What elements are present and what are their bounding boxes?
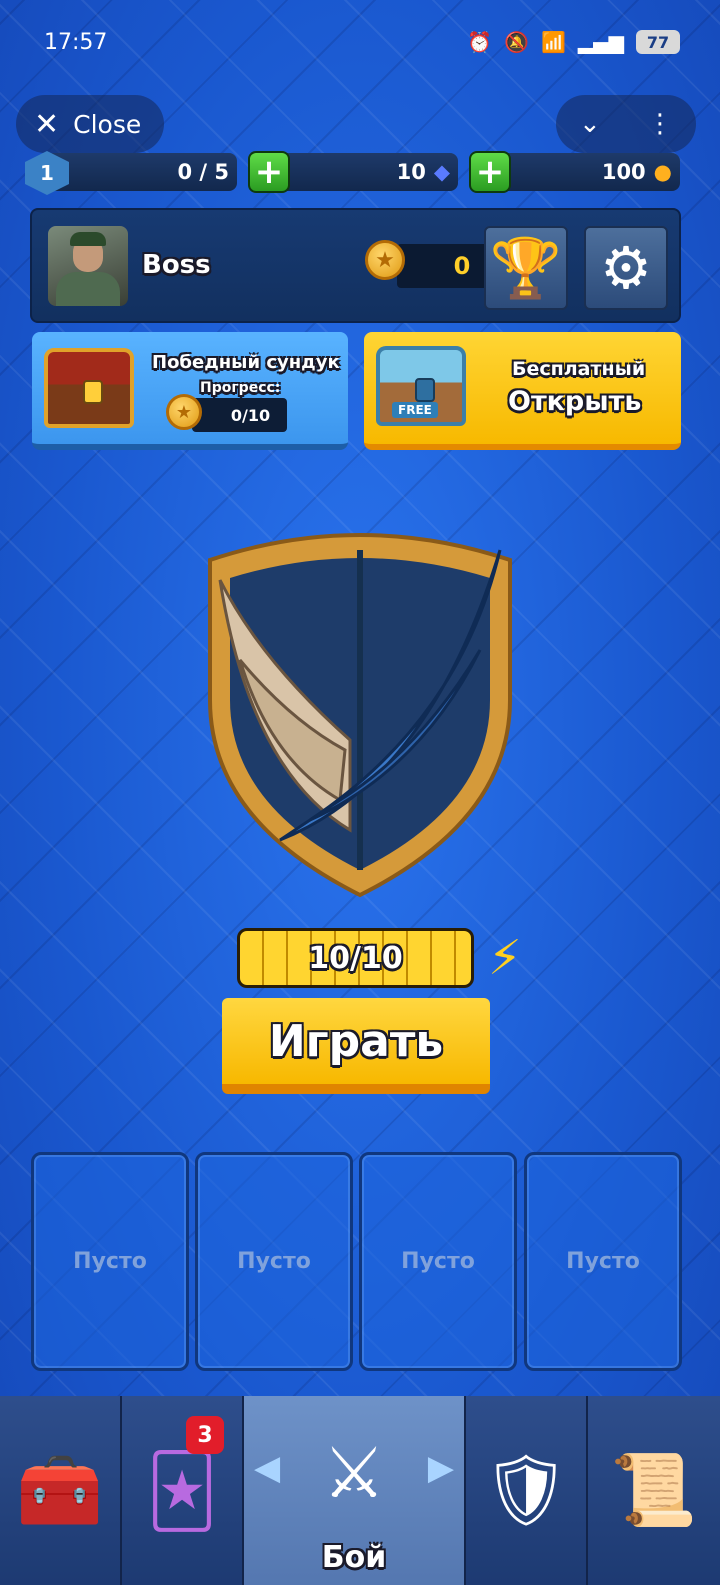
add-gems-button[interactable]: + bbox=[248, 151, 290, 193]
nav-battle[interactable]: ◀ ⚔ ▶ Бой bbox=[244, 1396, 466, 1585]
open-chest-button[interactable]: Открыть bbox=[508, 386, 641, 417]
plus-icon: + bbox=[254, 152, 284, 192]
energy-bar: 10/10 bbox=[237, 928, 474, 988]
deck-slot[interactable]: Пусто bbox=[195, 1152, 353, 1371]
avatar[interactable] bbox=[48, 226, 128, 306]
close-button[interactable]: ✕ Close bbox=[16, 95, 164, 153]
nav-battle-label: Бой bbox=[321, 1540, 387, 1575]
deck-slot[interactable]: Пусто bbox=[524, 1152, 682, 1371]
wifi-icon: 📶 bbox=[540, 30, 566, 54]
deck-slot[interactable]: Пусто bbox=[359, 1152, 517, 1371]
alarm-icon: ⏰ bbox=[467, 30, 493, 54]
status-time: 17:57 bbox=[44, 30, 108, 55]
victory-chest-progress-label: Прогресс: bbox=[200, 380, 281, 396]
treasure-chest-icon: 🧰 bbox=[16, 1449, 104, 1531]
bottom-nav: 🧰 🃏 3 ◀ ⚔ ▶ Бой 🛡 📜 bbox=[0, 1396, 720, 1585]
clan-shield-icon: 🛡 bbox=[481, 1449, 571, 1531]
shield-wings-icon bbox=[208, 533, 512, 898]
nav-shop[interactable]: 🧰 bbox=[0, 1396, 122, 1585]
arrow-right-icon: ▶ bbox=[427, 1448, 454, 1488]
leaderboard-button[interactable]: 🏆 bbox=[484, 226, 568, 310]
window-menu: ⌄ ⋮ bbox=[556, 95, 696, 153]
settings-button[interactable]: ⚙ bbox=[584, 226, 668, 310]
gems-value: 10 bbox=[396, 160, 426, 184]
victory-chest-icon bbox=[44, 348, 134, 428]
status-icons: ⏰ 🔕 📶 ▂▄▆ 77 bbox=[467, 30, 680, 54]
play-button[interactable]: Играть bbox=[222, 998, 490, 1094]
plus-icon: + bbox=[475, 152, 505, 192]
trophy-count: 0 bbox=[397, 244, 497, 288]
coin-icon: ● bbox=[653, 160, 672, 184]
signal-icon: ▂▄▆ bbox=[577, 30, 624, 54]
medal-icon: ★ bbox=[365, 240, 405, 280]
victory-chest-card[interactable]: Победный сундук Прогресс: 0/10 ★ bbox=[32, 332, 348, 450]
victory-chest-progress: 0/10 bbox=[192, 398, 287, 432]
scroll-icon: 📜 bbox=[610, 1449, 698, 1531]
notification-badge: 3 bbox=[186, 1416, 224, 1454]
gear-icon: ⚙ bbox=[600, 234, 652, 302]
nav-cards[interactable]: 🃏 3 bbox=[122, 1396, 244, 1585]
more-vert-icon[interactable]: ⋮ bbox=[647, 109, 673, 139]
close-icon: ✕ bbox=[34, 106, 60, 142]
free-chest-card[interactable]: FREE Бесплатный Открыть bbox=[364, 332, 681, 450]
gem-icon: ◆ bbox=[433, 160, 450, 184]
free-tag: FREE bbox=[392, 402, 438, 418]
add-coins-button[interactable]: + bbox=[469, 151, 511, 193]
nav-quests[interactable]: 📜 bbox=[588, 1396, 720, 1585]
chevron-down-icon[interactable]: ⌄ bbox=[579, 109, 601, 139]
mute-icon: 🔕 bbox=[504, 30, 529, 54]
close-label: Close bbox=[73, 109, 142, 139]
free-chest-icon: FREE bbox=[376, 346, 466, 426]
cards-icon: 🃏 bbox=[146, 1449, 218, 1532]
trophy-icon: 🏆 bbox=[489, 233, 563, 302]
xp-bar: 0 / 5 bbox=[45, 153, 237, 191]
arrow-left-icon: ◀ bbox=[254, 1448, 281, 1488]
profile-panel: Boss 0 ★ 🏆 ⚙ bbox=[30, 208, 681, 323]
gems-bar: 10 ◆ bbox=[268, 153, 458, 191]
medal-icon: ★ bbox=[166, 394, 202, 430]
victory-chest-title: Победный сундук bbox=[152, 352, 340, 373]
lightning-icon: ⚡ bbox=[488, 930, 522, 986]
battery-icon: 77 bbox=[636, 30, 680, 54]
player-name: Boss bbox=[142, 250, 211, 280]
coins-bar: 100 ● bbox=[490, 153, 680, 191]
free-chest-title: Бесплатный bbox=[512, 358, 646, 380]
coins-value: 100 bbox=[601, 160, 646, 184]
deck-slot[interactable]: Пусто bbox=[31, 1152, 189, 1371]
nav-clan[interactable]: 🛡 bbox=[466, 1396, 588, 1585]
crossed-swords-icon: ⚔ bbox=[322, 1431, 386, 1514]
xp-value: 0 / 5 bbox=[177, 160, 229, 184]
